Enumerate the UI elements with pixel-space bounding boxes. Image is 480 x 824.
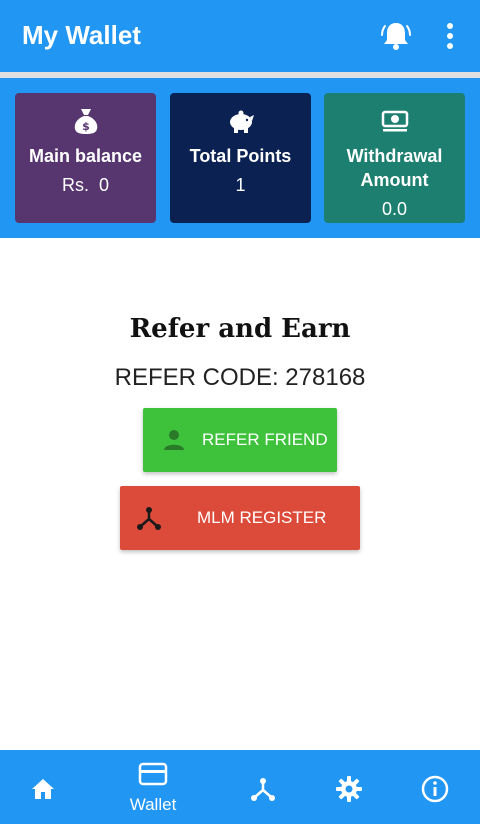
mlm-register-label: MLM REGISTER [197,508,327,527]
summary-cards: $ Main balance Rs. 0 Total Points 1 With… [0,78,480,238]
home-icon [32,779,54,799]
mlm-register-button[interactable]: MLM REGISTER [120,486,360,550]
money-bill-icon [381,110,408,132]
main-balance-card[interactable]: $ Main balance Rs. 0 [15,93,156,223]
main-balance-label: Main balance [28,146,143,166]
nav-item-settings[interactable] [314,750,384,824]
refer-friend-button[interactable]: REFER FRIEND [143,408,337,472]
more-vert-icon[interactable] [436,18,464,54]
person-icon [164,430,184,450]
network-icon [251,778,275,801]
nav-label-wallet: Wallet [129,795,177,814]
info-icon [421,775,449,803]
refer-code: REFER CODE: 278168 [0,364,480,392]
refer-code-label: REFER CODE: [114,364,279,391]
main-balance-value: Rs. 0 [61,175,109,195]
app-title: My Wallet [22,20,141,50]
app-bar: My Wallet [0,0,480,72]
piggy-bank-icon [229,110,254,133]
total-points-label: Total Points [189,146,292,166]
withdrawal-amount-label: Withdrawal Amount [346,146,443,190]
total-points-value: 1 [235,175,246,195]
refer-code-value: 278168 [285,364,366,391]
bell-icon[interactable] [378,18,414,54]
nav-item-info[interactable] [400,750,470,824]
nav-item-home[interactable] [8,750,78,824]
bottom-nav: Wallet [0,750,480,824]
money-bag-icon: $ [74,109,97,134]
refer-friend-label: REFER FRIEND [202,430,328,449]
withdrawal-amount-card[interactable]: Withdrawal Amount 0.0 [324,93,465,223]
total-points-card[interactable]: Total Points 1 [170,93,311,223]
gear-icon [336,776,362,802]
nav-item-wallet[interactable]: Wallet [118,750,188,824]
nav-item-network[interactable] [228,750,298,824]
credit-card-icon [138,762,168,786]
withdrawal-amount-value: 0.0 [381,199,408,219]
network-icon [137,507,161,530]
refer-title: Refer and Earn [129,314,351,344]
svg-text:$: $ [82,120,90,133]
